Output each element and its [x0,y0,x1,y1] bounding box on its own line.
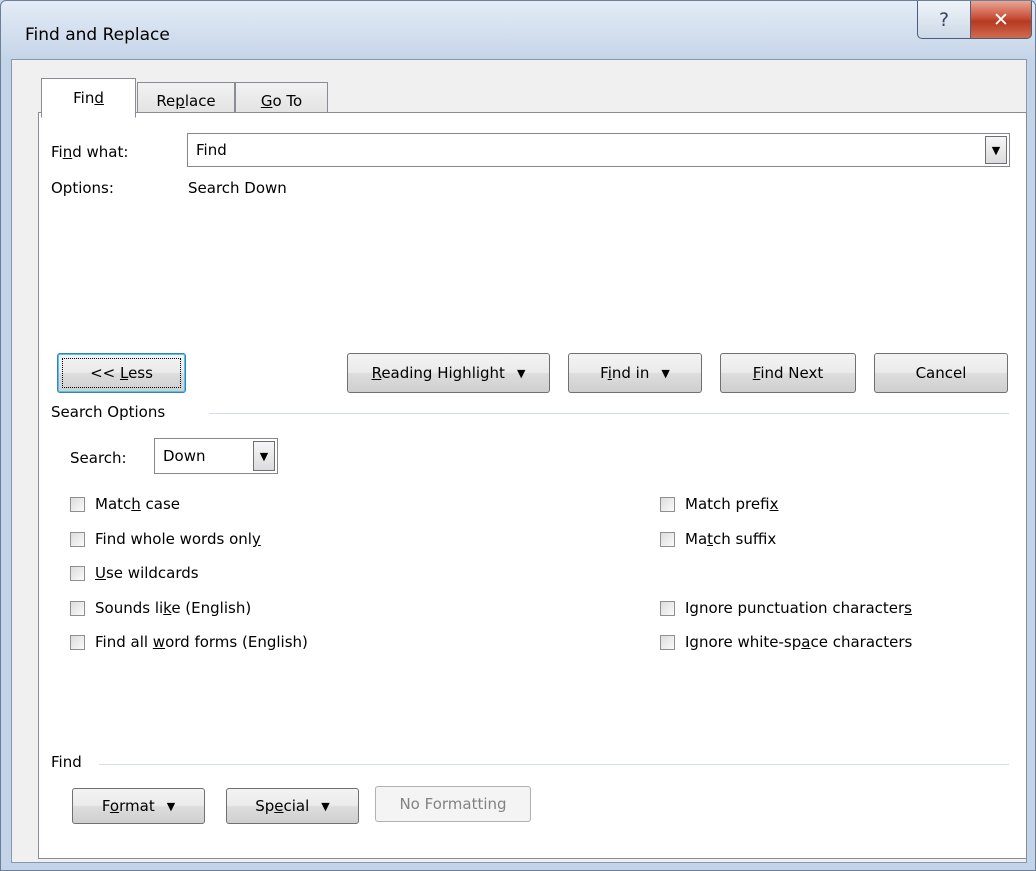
reading-highlight-label: Reading Highlight [371,364,505,382]
checkbox-sounds-like[interactable]: Sounds like (English) [70,599,251,617]
dialog-window: Find and Replace ? ✕ Find Replace Go To … [0,0,1036,871]
find-next-button[interactable]: Find Next [720,353,856,393]
special-button[interactable]: Special ▼ [226,788,359,824]
help-icon: ? [938,8,950,31]
find-tab-panel: Find what: Find ▼ Options: Search Down <… [38,112,1027,859]
checkbox-label: Find whole words only [95,530,261,548]
find-in-label: Find in [600,364,650,382]
checkbox-label: Match case [95,495,181,513]
find-next-label: Find Next [752,364,824,382]
find-what-dropdown-arrow[interactable]: ▼ [985,136,1007,164]
checkbox-label: Sounds like (English) [95,599,252,617]
tab-find[interactable]: Find [41,78,136,118]
options-label: Options: [51,179,114,197]
checkbox-box[interactable] [70,600,85,616]
checkbox-use-wildcards[interactable]: Use wildcards [70,564,199,582]
checkbox-box[interactable] [660,496,675,512]
checkbox-ignore-punctuation[interactable]: Ignore punctuation characters [660,599,912,617]
checkbox-match-case[interactable]: Match case [70,495,180,513]
dropdown-caret-icon: ▼ [321,799,330,813]
group-divider [99,764,1009,765]
checkbox-label: Find all word forms (English) [95,633,308,651]
cancel-button[interactable]: Cancel [874,353,1008,393]
format-label: Format [101,797,155,815]
search-direction-value: Down [163,447,206,465]
checkbox-box[interactable] [660,600,675,616]
cancel-label: Cancel [915,364,967,382]
format-button[interactable]: Format ▼ [72,788,205,824]
checkbox-label: Match prefix [685,495,779,513]
dropdown-caret-icon: ▼ [166,799,176,813]
checkbox-box[interactable] [70,496,85,512]
checkbox-box[interactable] [70,531,85,547]
checkbox-box[interactable] [70,634,85,650]
search-direction-label: Search: [70,449,127,467]
dialog-client-area: Find Replace Go To Find what: Find ▼ Opt… [11,59,1027,863]
tab-replace-label: Replace [156,91,216,110]
find-group-label: Find [51,753,82,771]
options-value: Search Down [188,179,287,197]
tab-find-label: Find [73,89,104,107]
checkbox-match-prefix[interactable]: Match prefix [660,495,778,513]
close-button[interactable]: ✕ [970,1,1032,39]
find-what-input[interactable]: Find [196,141,227,159]
tab-go-to-label: Go To [260,91,303,110]
checkbox-label: Match suffix [685,530,777,548]
focus-rectangle [62,358,181,388]
checkbox-ignore-white-space[interactable]: Ignore white-space characters [660,633,912,651]
search-direction-label-text: Search: [70,449,127,467]
checkbox-find-whole-words[interactable]: Find whole words only [70,530,261,548]
dropdown-caret-icon: ▼ [516,366,526,380]
checkbox-match-suffix[interactable]: Match suffix [660,530,776,548]
search-options-group-label: Search Options [51,403,166,421]
search-direction-dropdown-arrow[interactable]: ▼ [253,441,275,471]
checkbox-box[interactable] [660,531,675,547]
help-button[interactable]: ? [917,1,971,39]
reading-highlight-button[interactable]: Reading Highlight ▼ [347,353,550,393]
special-label: Special [255,797,310,815]
search-direction-select[interactable]: Down ▼ [154,438,278,474]
checkbox-find-all-word-forms[interactable]: Find all word forms (English) [70,633,308,651]
window-title: Find and Replace [25,25,170,45]
checkbox-label: Ignore punctuation characters [685,599,912,617]
dropdown-caret-icon: ▼ [661,366,670,380]
checkbox-box[interactable] [70,565,85,581]
group-divider [209,413,1009,414]
chevron-down-icon: ▼ [259,449,269,463]
less-button[interactable]: << Less [57,353,186,393]
find-what-combobox[interactable]: Find ▼ [187,133,1010,167]
close-icon: ✕ [993,8,1009,31]
no-formatting-button: No Formatting [375,786,531,822]
find-what-label: Find what: [51,143,129,161]
checkbox-label: Use wildcards [95,564,199,582]
checkbox-box[interactable] [660,634,675,650]
checkbox-label: Ignore white-space characters [685,633,913,651]
find-in-button[interactable]: Find in ▼ [568,353,702,393]
chevron-down-icon: ▼ [991,143,1001,157]
no-formatting-label: No Formatting [399,795,507,813]
